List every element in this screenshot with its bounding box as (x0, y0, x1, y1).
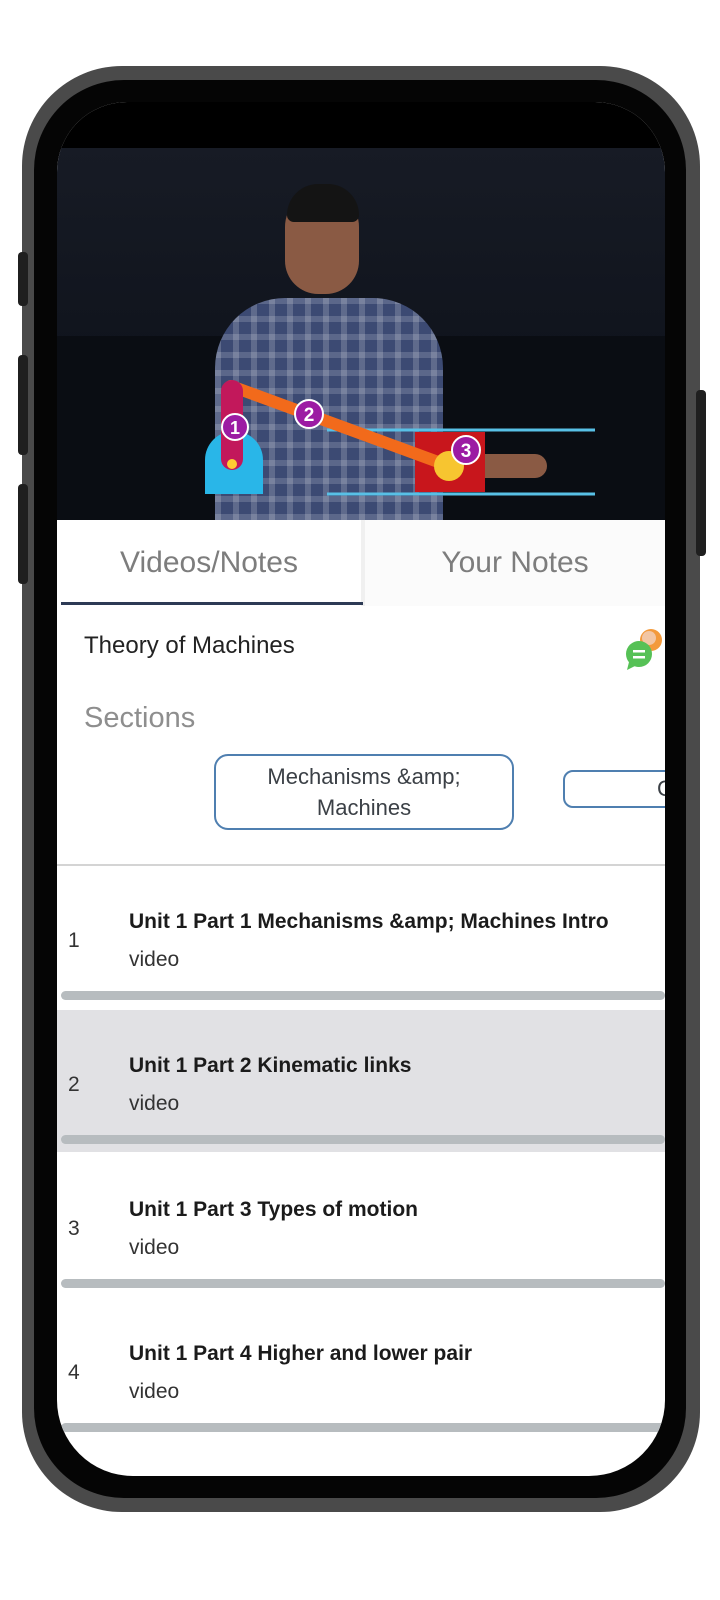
tab-divider (361, 520, 365, 606)
tab-videos-notes[interactable]: Videos/Notes (57, 520, 361, 606)
tab-selected-indicator (61, 602, 363, 605)
lesson-progress-bar (61, 1279, 665, 1288)
crank-pin (227, 459, 237, 469)
power-button (696, 390, 706, 556)
app-screen: 1 2 3 Videos/Notes Your Notes Theory of … (57, 102, 665, 1476)
svg-text:1: 1 (230, 418, 240, 438)
mechanism-animation: 1 2 3 (205, 380, 595, 496)
lesson-type: video (129, 1092, 180, 1115)
volume-button (18, 252, 28, 306)
chat-bubbles-icon[interactable] (625, 626, 665, 672)
lesson-progress-bar (61, 991, 665, 1000)
lesson-number: 1 (68, 929, 80, 952)
lesson-title: Unit 1 Part 4 Higher and lower pair (129, 1342, 473, 1365)
course-title: Theory of Machines (84, 632, 295, 659)
marker-3: 3 (451, 435, 481, 465)
volume-up-button (18, 355, 28, 455)
status-bar (57, 102, 665, 150)
tab-your-notes[interactable]: Your Notes (365, 520, 665, 606)
sections-label: Sections (84, 702, 196, 734)
volume-down-button (18, 484, 28, 584)
lesson-row[interactable]: 1 Unit 1 Part 1 Mechanisms &amp; Machine… (57, 866, 665, 1008)
lesson-progress-bar (61, 1423, 665, 1432)
svg-text:2: 2 (304, 405, 315, 426)
lesson-number: 2 (68, 1073, 80, 1096)
lesson-title: Unit 1 Part 2 Kinematic links (129, 1054, 412, 1077)
lesson-row[interactable]: 3 Unit 1 Part 3 Types of motion video (57, 1154, 665, 1296)
lesson-type: video (129, 1236, 180, 1259)
marker-2: 2 (294, 399, 324, 429)
lesson-type: video (129, 1380, 180, 1403)
connecting-link (225, 380, 455, 472)
marker-1: 1 (221, 413, 249, 441)
svg-text:3: 3 (461, 441, 472, 462)
lesson-row-active[interactable]: 2 Unit 1 Part 2 Kinematic links video (57, 1010, 665, 1152)
lesson-row[interactable]: 4 Unit 1 Part 4 Higher and lower pair vi… (57, 1298, 665, 1440)
video-player[interactable]: 1 2 3 (57, 148, 665, 520)
lesson-progress-bar (61, 1135, 665, 1144)
section-chip-next[interactable]: C (563, 770, 665, 808)
lesson-type: video (129, 948, 180, 971)
lesson-title: Unit 1 Part 3 Types of motion (129, 1198, 418, 1221)
lesson-title: Unit 1 Part 1 Mechanisms &amp; Machines … (129, 910, 609, 933)
lesson-number: 4 (68, 1361, 80, 1384)
section-chip-mechanisms-machines[interactable]: Mechanisms &amp; Machines (214, 754, 514, 830)
lesson-number: 3 (68, 1217, 80, 1240)
